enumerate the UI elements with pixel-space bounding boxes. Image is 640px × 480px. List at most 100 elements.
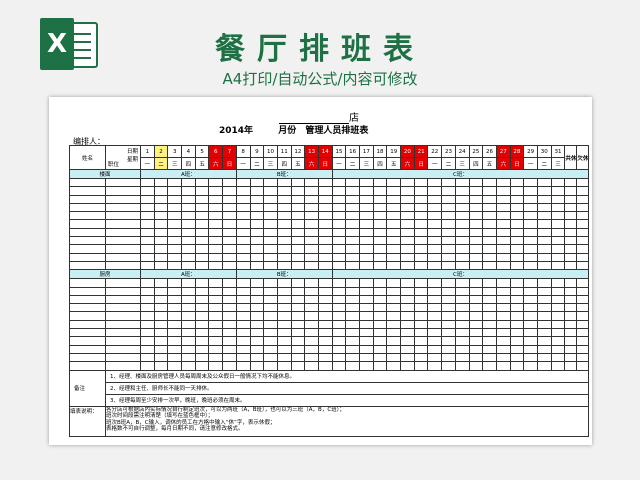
schedule-cell[interactable] (263, 344, 278, 354)
schedule-cell[interactable] (208, 328, 224, 338)
schedule-cell[interactable] (523, 344, 538, 354)
schedule-cell[interactable] (331, 236, 347, 246)
schedule-cell[interactable] (564, 294, 578, 305)
schedule-cell[interactable] (523, 186, 538, 196)
schedule-cell[interactable] (345, 194, 360, 204)
schedule-cell[interactable] (181, 352, 196, 363)
schedule-cell[interactable] (468, 244, 484, 254)
schedule-cell[interactable] (536, 278, 552, 288)
schedule-cell[interactable] (345, 303, 360, 313)
schedule-cell[interactable] (153, 319, 169, 330)
schedule-cell[interactable] (495, 303, 511, 313)
schedule-cell[interactable] (468, 336, 484, 346)
schedule-cell[interactable] (509, 252, 525, 262)
schedule-cell[interactable] (140, 319, 155, 330)
schedule-cell[interactable] (105, 319, 141, 330)
schedule-cell[interactable] (564, 244, 578, 254)
schedule-cell[interactable] (550, 211, 566, 221)
schedule-cell[interactable] (304, 311, 319, 321)
schedule-cell[interactable] (482, 177, 497, 188)
schedule-cell[interactable] (564, 194, 578, 204)
schedule-cell[interactable] (564, 278, 578, 288)
schedule-cell[interactable] (304, 352, 319, 363)
schedule-cell[interactable] (153, 278, 169, 288)
schedule-cell[interactable] (359, 252, 374, 262)
schedule-cell[interactable] (482, 278, 497, 288)
schedule-cell[interactable] (427, 211, 443, 221)
schedule-cell[interactable] (69, 352, 106, 363)
schedule-cell[interactable] (536, 260, 552, 271)
schedule-cell[interactable] (536, 336, 552, 346)
schedule-cell[interactable] (249, 328, 265, 338)
schedule-cell[interactable] (235, 352, 251, 363)
schedule-cell[interactable] (249, 211, 265, 221)
schedule-cell[interactable] (509, 186, 525, 196)
schedule-cell[interactable] (153, 194, 169, 204)
schedule-cell[interactable] (153, 303, 169, 313)
schedule-cell[interactable] (427, 278, 443, 288)
schedule-cell[interactable] (454, 177, 470, 188)
schedule-cell[interactable] (140, 278, 155, 288)
schedule-cell[interactable] (386, 227, 402, 238)
schedule-cell[interactable] (290, 227, 306, 238)
section1-shift-c[interactable]: C班： (331, 169, 590, 179)
schedule-cell[interactable] (495, 352, 511, 363)
schedule-cell[interactable] (345, 260, 360, 271)
schedule-cell[interactable] (69, 319, 106, 330)
schedule-cell[interactable] (400, 278, 415, 288)
schedule-cell[interactable] (386, 286, 402, 296)
schedule-cell[interactable] (441, 336, 456, 346)
schedule-cell[interactable] (263, 194, 278, 204)
schedule-cell[interactable] (105, 352, 141, 363)
schedule-cell[interactable] (427, 361, 443, 371)
schedule-cell[interactable] (509, 336, 525, 346)
schedule-cell[interactable] (69, 328, 106, 338)
schedule-cell[interactable] (523, 286, 538, 296)
schedule-cell[interactable] (413, 344, 429, 354)
schedule-cell[interactable] (317, 202, 333, 213)
schedule-cell[interactable] (222, 286, 237, 296)
schedule-cell[interactable] (194, 244, 210, 254)
schedule-cell[interactable] (400, 252, 415, 262)
schedule-cell[interactable] (304, 286, 319, 296)
schedule-cell[interactable] (249, 336, 265, 346)
schedule-cell[interactable] (482, 211, 497, 221)
schedule-cell[interactable] (249, 186, 265, 196)
schedule-cell[interactable] (550, 219, 566, 229)
schedule-cell[interactable] (359, 260, 374, 271)
schedule-cell[interactable] (222, 186, 237, 196)
schedule-cell[interactable] (576, 336, 590, 346)
schedule-cell[interactable] (495, 186, 511, 196)
schedule-cell[interactable] (550, 294, 566, 305)
schedule-cell[interactable] (317, 219, 333, 229)
schedule-cell[interactable] (536, 219, 552, 229)
schedule-cell[interactable] (564, 260, 578, 271)
schedule-cell[interactable] (317, 361, 333, 371)
schedule-cell[interactable] (345, 286, 360, 296)
schedule-cell[interactable] (454, 286, 470, 296)
schedule-cell[interactable] (454, 244, 470, 254)
schedule-cell[interactable] (153, 202, 169, 213)
schedule-cell[interactable] (345, 177, 360, 188)
schedule-cell[interactable] (105, 294, 141, 305)
schedule-cell[interactable] (482, 352, 497, 363)
schedule-cell[interactable] (263, 311, 278, 321)
schedule-cell[interactable] (153, 236, 169, 246)
schedule-cell[interactable] (413, 244, 429, 254)
schedule-cell[interactable] (304, 244, 319, 254)
schedule-cell[interactable] (208, 303, 224, 313)
schedule-cell[interactable] (441, 202, 456, 213)
schedule-cell[interactable] (317, 294, 333, 305)
schedule-cell[interactable] (263, 278, 278, 288)
schedule-cell[interactable] (331, 186, 347, 196)
schedule-cell[interactable] (235, 227, 251, 238)
schedule-cell[interactable] (468, 252, 484, 262)
schedule-cell[interactable] (536, 202, 552, 213)
schedule-cell[interactable] (372, 177, 388, 188)
schedule-cell[interactable] (576, 303, 590, 313)
schedule-cell[interactable] (276, 219, 292, 229)
schedule-cell[interactable] (249, 319, 265, 330)
schedule-cell[interactable] (441, 286, 456, 296)
schedule-cell[interactable] (263, 236, 278, 246)
schedule-cell[interactable] (495, 319, 511, 330)
